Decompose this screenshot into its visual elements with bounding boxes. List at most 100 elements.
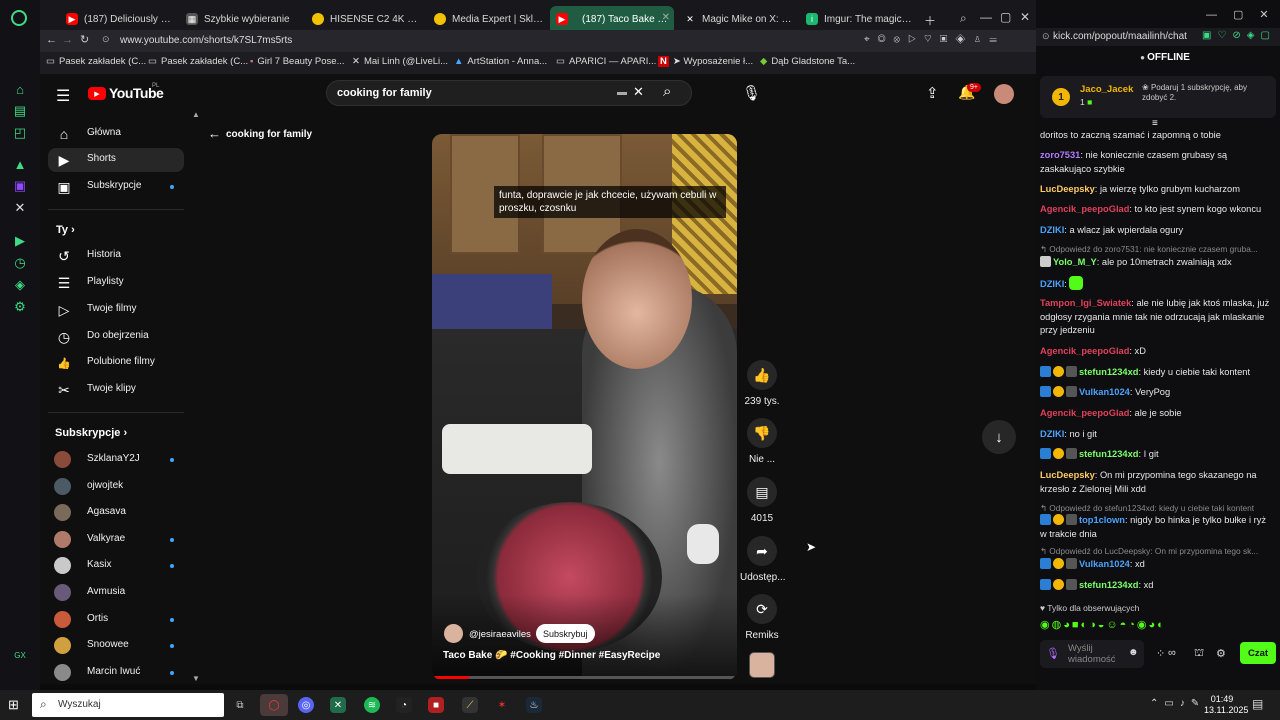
remix-button[interactable]: ⟳ Remiks [740, 594, 784, 641]
discord-icon[interactable]: ◎ [298, 697, 314, 713]
chat-username[interactable]: top1clown [1079, 515, 1125, 525]
search-box[interactable]: cooking for family ▬ ✕ ⌕ [326, 80, 692, 106]
chat-message[interactable]: Agencik_peepoGlad: xD [1040, 345, 1272, 359]
notifications-icon[interactable]: ▤ [1252, 697, 1263, 711]
xbox-icon[interactable]: ✕ [330, 697, 346, 713]
sidebar-sub-item[interactable]: Ortis [48, 608, 184, 632]
chat-username[interactable]: stefun1234xd [1079, 449, 1138, 459]
popout-url[interactable]: kick.com/popout/maailinh/chat [1053, 31, 1187, 42]
sidebar-item-subscriptions[interactable]: ▣ Subskrypcje [48, 175, 184, 199]
chat-username[interactable]: Vulkan1024 [1079, 387, 1130, 397]
address-actions-icon[interactable]: ⌖◎⊗▷♡▣◈♙☰ [864, 34, 1005, 45]
chat-reply-context[interactable]: ↰ Odpowiedź do LucDeepsky: On mi przypom… [1040, 546, 1272, 556]
avatar[interactable] [994, 84, 1014, 104]
app-icon[interactable]: ✶ [494, 697, 510, 713]
sidebar-sub-item[interactable]: Avmusia [48, 581, 184, 605]
chat-message[interactable]: Agencik_peepoGlad: ale je sobie [1040, 407, 1272, 421]
chat-message[interactable]: Vulkan1024: xd [1040, 558, 1272, 572]
sidebar-item-playlists[interactable]: ☰ Playlisty [48, 271, 184, 295]
chat-username[interactable]: DZIKI [1040, 429, 1064, 439]
clear-search-icon[interactable]: ✕ [633, 84, 644, 100]
windows-start-icon[interactable]: ⊞ [8, 697, 19, 713]
subscriptions-section-header[interactable]: Subskrypcje › [55, 427, 127, 439]
gear-icon[interactable]: ⚙ [1216, 647, 1226, 660]
chat-message[interactable]: LucDeepsky: On mi przypomina tego skazan… [1040, 469, 1272, 496]
microphone-icon[interactable]: 🎙 [742, 84, 761, 102]
you-section-header[interactable]: Ty › [56, 224, 75, 236]
taskbar-search-box[interactable]: ⌕ Wyszukaj [32, 693, 224, 717]
close-icon[interactable]: ✕ [662, 12, 670, 23]
bookmark-4[interactable]: ▲ ArtStation - Anna... [454, 56, 547, 67]
like-button[interactable]: 👍 239 tys. [740, 360, 784, 407]
home-icon[interactable]: ⌂ [11, 80, 29, 98]
sidebar-sub-item[interactable]: Valkyrae [48, 528, 184, 552]
sidebar-item-your-videos[interactable]: ▷ Twoje filmy [48, 298, 184, 322]
share-button[interactable]: ➦ Udostęp... [740, 536, 786, 583]
keyboard-icon[interactable]: ▬ [617, 87, 627, 98]
send-chat-button[interactable]: Czat [1240, 642, 1276, 664]
sidebar-sub-item[interactable]: Marcin Iwuć [48, 661, 184, 685]
search-icon[interactable]: ⌕ [663, 83, 671, 100]
chat-message[interactable]: stefun1234xd: I git [1040, 448, 1272, 462]
clock[interactable]: 01:49 13.11.2025 [1204, 694, 1248, 716]
bookmark-7[interactable]: ◆ Dąb Gladstone Ta... [760, 56, 855, 67]
chat-username[interactable]: Vulkan1024 [1079, 559, 1130, 569]
sidebar-item-clips[interactable]: ✂ Twoje klipy [48, 378, 184, 402]
popout-actions-icon[interactable]: ▣♡⊘◈▢ [1202, 30, 1276, 41]
chat-username[interactable]: DZIKI [1040, 225, 1064, 235]
spotify-icon[interactable]: ≋ [364, 697, 380, 713]
filter-icon[interactable]: ≡ [1152, 118, 1158, 129]
sidebar-sub-item[interactable]: Kasix [48, 554, 184, 578]
sidebar-sub-item[interactable]: Snoowee [48, 634, 184, 658]
sidebar-sub-item[interactable]: Agasava [48, 501, 184, 525]
sidebar-item-shorts[interactable]: ▶ Shorts [48, 148, 184, 172]
tab-2[interactable]: HISENSE C2 4K UHD (3 [306, 6, 428, 32]
chat-reply-context[interactable]: ↰ Odpowiedź do zoro7531: nie koniecznie … [1040, 244, 1272, 254]
tab-3[interactable]: Media Expert | Sklep in [428, 6, 550, 32]
sidebar-item-home[interactable]: ⌂ Główna [48, 122, 184, 146]
settings-icon[interactable]: ⚙ [11, 298, 29, 316]
chat-username[interactable]: stefun1234xd [1079, 367, 1138, 377]
progress-track[interactable] [432, 676, 737, 679]
sidebar-item-history[interactable]: ↺ Historia [48, 244, 184, 268]
tab-1[interactable]: ▦ Szybkie wybieranie [180, 6, 300, 32]
opera-gx-icon[interactable] [11, 10, 27, 26]
tab-5[interactable]: ✕Magic Mike on X: "@Th [678, 6, 800, 32]
url-field[interactable]: www.youtube.com/shorts/k7SL7ms5rts [120, 35, 292, 46]
sound-thumbnail[interactable] [749, 652, 775, 678]
chat-username[interactable]: Agencik_peepoGlad [1040, 346, 1129, 356]
tab-0[interactable]: ▶(187) Deliciously Easy N [60, 6, 180, 32]
channel-handle[interactable]: @jesiraeaviles [469, 629, 531, 640]
steam-icon[interactable]: ♨ [526, 697, 542, 713]
bookmark-6[interactable]: N ➤ Wyposażenie ł... [658, 56, 753, 67]
forward-icon[interactable]: → [62, 34, 73, 46]
next-short-button[interactable]: ↓ [982, 420, 1016, 454]
tab-4-active[interactable]: ▶(187) Taco Bake 🌮 #✕ [550, 6, 674, 32]
emote-bar-icon[interactable]: ◉◍◕■◐◑◒☺◓◔◉◕◐ [1040, 618, 1166, 631]
maximize-icon[interactable]: ▢ [1000, 10, 1011, 24]
chat-username[interactable]: Agencik_peepoGlad [1040, 408, 1129, 418]
sidebar-sub-item[interactable]: SzklanaY2J [48, 448, 184, 472]
chat-message[interactable]: stefun1234xd: kiedy u ciebie taki konten… [1040, 366, 1272, 380]
app-icon[interactable]: ◔ [396, 697, 412, 713]
tray-icons-icon[interactable]: ⌃▭♪✎ [1150, 698, 1205, 709]
chart-icon[interactable]: ▤ [11, 102, 29, 120]
chat-input[interactable]: 🎙 Wyślij wiadomość ☻ [1040, 640, 1144, 668]
new-tab-icon[interactable]: ＋ [924, 12, 936, 29]
sidebar-sub-item[interactable]: ojwojtek [48, 475, 184, 499]
close-window-icon[interactable]: ✕ [1020, 10, 1030, 24]
bookmark-1[interactable]: ▭ Pasek zakładek (C... [148, 56, 248, 67]
upload-icon[interactable]: ⇪ [926, 84, 939, 102]
site-info-icon[interactable]: ⊙ [102, 34, 110, 45]
chat-message[interactable]: Tampon_Igi_Swiatek: ale nie lubię jak kt… [1040, 297, 1272, 338]
x-app-icon[interactable]: ✕ [11, 199, 29, 217]
bookmark-0[interactable]: ▭ Pasek zakładek (C... [46, 56, 146, 67]
twitch-icon[interactable]: ◰ [11, 124, 29, 142]
link-icon[interactable]: ∞ [1168, 647, 1176, 659]
bookmark-2[interactable]: ▪ Girl 7 Beauty Pose... [250, 56, 345, 67]
chat-username[interactable]: Agencik_peepoGlad [1040, 204, 1129, 214]
opera-gx-taskbar-icon[interactable]: ◯ [260, 694, 288, 716]
gift-banner[interactable]: 1 Jaco_Jacek 1 ■ ❀ Podaruj 1 subskrypcję… [1040, 76, 1276, 118]
short-video-player[interactable]: funta, doprawcie je jak chcecie, używam … [432, 134, 737, 680]
task-view-icon[interactable]: ⧉ [232, 697, 248, 713]
